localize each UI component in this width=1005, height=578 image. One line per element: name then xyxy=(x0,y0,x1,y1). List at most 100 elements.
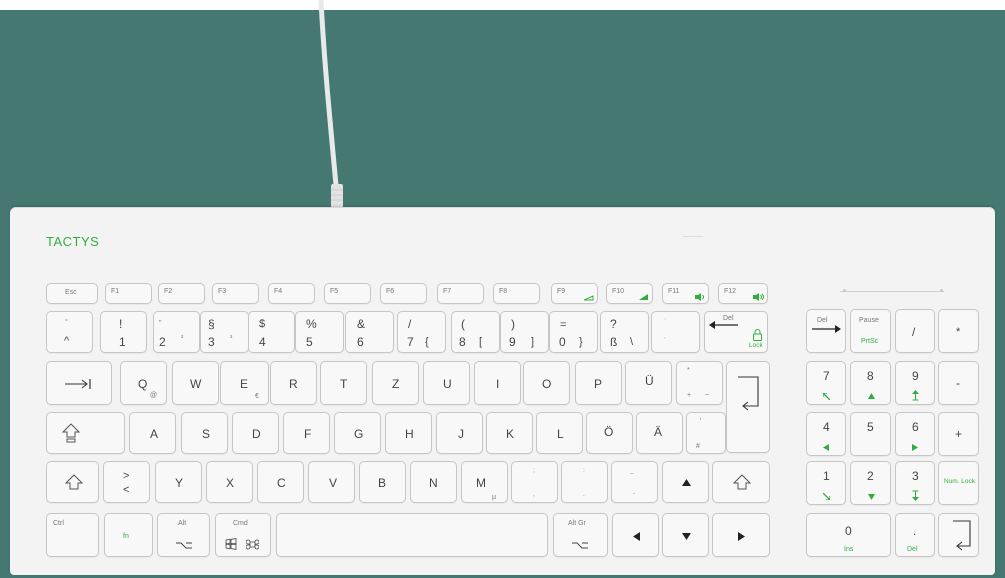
numpad-divide[interactable]: / xyxy=(895,309,935,353)
key-2[interactable]: " 2 ² xyxy=(153,311,200,353)
key-t[interactable]: T xyxy=(320,361,367,405)
numpad-num-lock[interactable]: Num. Lock xyxy=(938,461,979,505)
key-f6[interactable]: F6 xyxy=(380,283,427,304)
key-u[interactable]: U xyxy=(423,361,470,405)
numpad-1[interactable]: 1 xyxy=(806,461,846,505)
key-3[interactable]: § 3 ³ xyxy=(200,311,249,353)
key-x[interactable]: X xyxy=(206,461,253,503)
key-fn[interactable]: fn xyxy=(104,513,153,557)
key-c[interactable]: C xyxy=(257,461,304,503)
key-backspace[interactable]: Del Lock xyxy=(704,311,768,353)
key-m[interactable]: M µ xyxy=(461,461,508,503)
key-arrow-down[interactable] xyxy=(662,513,709,557)
numpad-8[interactable]: 8 xyxy=(850,361,891,405)
key-r[interactable]: R xyxy=(270,361,317,405)
key-b[interactable]: B xyxy=(359,461,406,503)
key-6[interactable]: & 6 xyxy=(345,311,394,353)
key-u-umlaut[interactable]: Ü xyxy=(625,361,672,405)
numpad-0[interactable]: 0 Ins xyxy=(806,513,891,557)
numpad-del[interactable]: Del xyxy=(806,309,846,353)
key-angle-bracket[interactable]: > < xyxy=(103,461,150,503)
key-w[interactable]: W xyxy=(172,361,219,405)
key-alt-gr[interactable]: Alt Gr xyxy=(553,513,608,557)
key-plus[interactable]: * + ~ xyxy=(676,361,723,405)
key-circumflex[interactable]: ° ^ xyxy=(46,311,93,353)
key-esc[interactable]: Esc xyxy=(46,283,98,304)
numpad-6[interactable]: 6 xyxy=(895,412,935,456)
key-o[interactable]: O xyxy=(523,361,570,405)
key-enter[interactable] xyxy=(726,361,770,453)
key-5[interactable]: % 5 xyxy=(295,311,344,353)
key-arrow-up[interactable] xyxy=(662,461,709,503)
key-ctrl[interactable]: Ctrl xyxy=(46,513,99,557)
key-d[interactable]: D xyxy=(232,412,279,454)
key-e[interactable]: E € xyxy=(220,361,269,405)
numpad-enter[interactable] xyxy=(938,513,979,557)
key-sharp-s[interactable]: ? ß \ xyxy=(600,311,649,353)
key-y[interactable]: Y xyxy=(155,461,202,503)
key-0[interactable]: = 0 } xyxy=(549,311,598,353)
key-f3[interactable]: F3 xyxy=(212,283,259,304)
key-f1[interactable]: F1 xyxy=(105,283,152,304)
key-f12[interactable]: F12 xyxy=(718,283,768,304)
key-alt[interactable]: Alt xyxy=(157,513,210,557)
key-shift-left[interactable] xyxy=(46,461,99,503)
key-8[interactable]: ( 8 [ xyxy=(451,311,500,353)
key-i[interactable]: I xyxy=(474,361,521,405)
key-7[interactable]: / 7 { xyxy=(397,311,446,353)
numpad-decimal[interactable]: . Del xyxy=(895,513,935,557)
key-s[interactable]: S xyxy=(181,412,228,454)
key-arrow-right[interactable] xyxy=(712,513,770,557)
key-minus[interactable]: _ - xyxy=(611,461,658,503)
key-g[interactable]: G xyxy=(334,412,381,454)
key-f[interactable]: F xyxy=(283,412,330,454)
numpad-7[interactable]: 7 xyxy=(806,361,846,405)
key-f10[interactable]: F10 xyxy=(606,283,653,304)
key-arrow-left[interactable] xyxy=(612,513,659,557)
numpad-plus[interactable]: + xyxy=(938,412,979,456)
key-acute[interactable]: ` ´ xyxy=(651,311,700,353)
numpad-minus[interactable]: - xyxy=(938,361,979,405)
numpad-4[interactable]: 4 xyxy=(806,412,846,456)
key-f11[interactable]: F11 xyxy=(662,283,709,304)
key-caps-lock[interactable] xyxy=(46,412,125,454)
key-f7[interactable]: F7 xyxy=(437,283,484,304)
key-space[interactable] xyxy=(276,513,548,557)
key-v[interactable]: V xyxy=(308,461,355,503)
numpad-2[interactable]: 2 xyxy=(850,461,891,505)
key-f8[interactable]: F8 xyxy=(493,283,540,304)
key-9[interactable]: ) 9 ] xyxy=(500,311,549,353)
key-f5[interactable]: F5 xyxy=(324,283,371,304)
caps-lock-icon xyxy=(62,423,80,443)
key-comma[interactable]: ; , xyxy=(511,461,558,503)
numpad-9[interactable]: 9 xyxy=(895,361,935,405)
key-l[interactable]: L xyxy=(536,412,583,454)
key-4[interactable]: $ 4 xyxy=(248,311,295,353)
key-hash[interactable]: ' # xyxy=(686,412,726,454)
numpad-pause[interactable]: Pause PrtSc xyxy=(850,309,891,353)
key-f4[interactable]: F4 xyxy=(268,283,315,304)
numpad-multiply[interactable]: * xyxy=(938,309,979,353)
key-shift-right[interactable] xyxy=(712,461,770,503)
key-o-umlaut[interactable]: Ö xyxy=(586,412,633,454)
key-k[interactable]: K xyxy=(486,412,533,454)
key-a[interactable]: A xyxy=(129,412,176,454)
key-h[interactable]: H xyxy=(385,412,432,454)
key-z[interactable]: Z xyxy=(372,361,419,405)
key-label-alt: Ins xyxy=(844,546,854,553)
numpad-3[interactable]: 3 xyxy=(895,461,935,505)
key-1[interactable]: ! 1 xyxy=(100,311,147,353)
key-j[interactable]: J xyxy=(436,412,483,454)
key-f2[interactable]: F2 xyxy=(158,283,205,304)
key-a-umlaut[interactable]: Ä xyxy=(636,412,683,454)
numpad-5[interactable]: 5 xyxy=(850,412,891,456)
key-cmd[interactable]: Cmd xyxy=(215,513,271,557)
key-n[interactable]: N xyxy=(410,461,457,503)
key-f9[interactable]: F9 xyxy=(551,283,598,304)
key-label-bottom: , xyxy=(533,491,535,498)
command-icon xyxy=(246,539,259,550)
key-period[interactable]: : . xyxy=(561,461,608,503)
key-q[interactable]: Q @ xyxy=(120,361,167,405)
key-p[interactable]: P xyxy=(575,361,622,405)
key-tab[interactable] xyxy=(46,361,112,405)
